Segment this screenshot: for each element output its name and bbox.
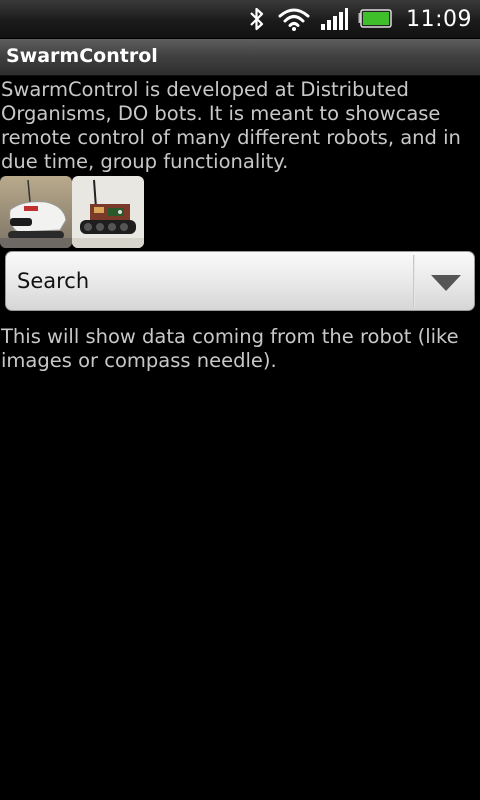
robot-photo-tracked-bot[interactable] xyxy=(72,176,144,248)
status-bar: 11:09 xyxy=(0,0,480,39)
wifi-icon xyxy=(278,8,310,31)
spinner-divider xyxy=(413,255,415,307)
search-spinner[interactable]: Search xyxy=(5,251,475,311)
bluetooth-icon xyxy=(250,7,264,31)
status-icons: 11:09 xyxy=(250,0,472,38)
battery-icon xyxy=(358,9,392,28)
signal-icon xyxy=(321,8,349,30)
description-text: SwarmControl is developed at Distributed… xyxy=(1,78,461,173)
robot-photo-white-rover[interactable] xyxy=(0,176,72,248)
robot-data-text: This will show data coming from the robo… xyxy=(1,325,459,372)
robot-images xyxy=(0,176,144,248)
title-bar: SwarmControl xyxy=(0,39,480,76)
dropdown-arrow-icon[interactable] xyxy=(431,275,461,291)
spinner-selected-value: Search xyxy=(17,269,90,293)
clock: 11:09 xyxy=(406,6,472,32)
app-title: SwarmControl xyxy=(6,45,158,67)
